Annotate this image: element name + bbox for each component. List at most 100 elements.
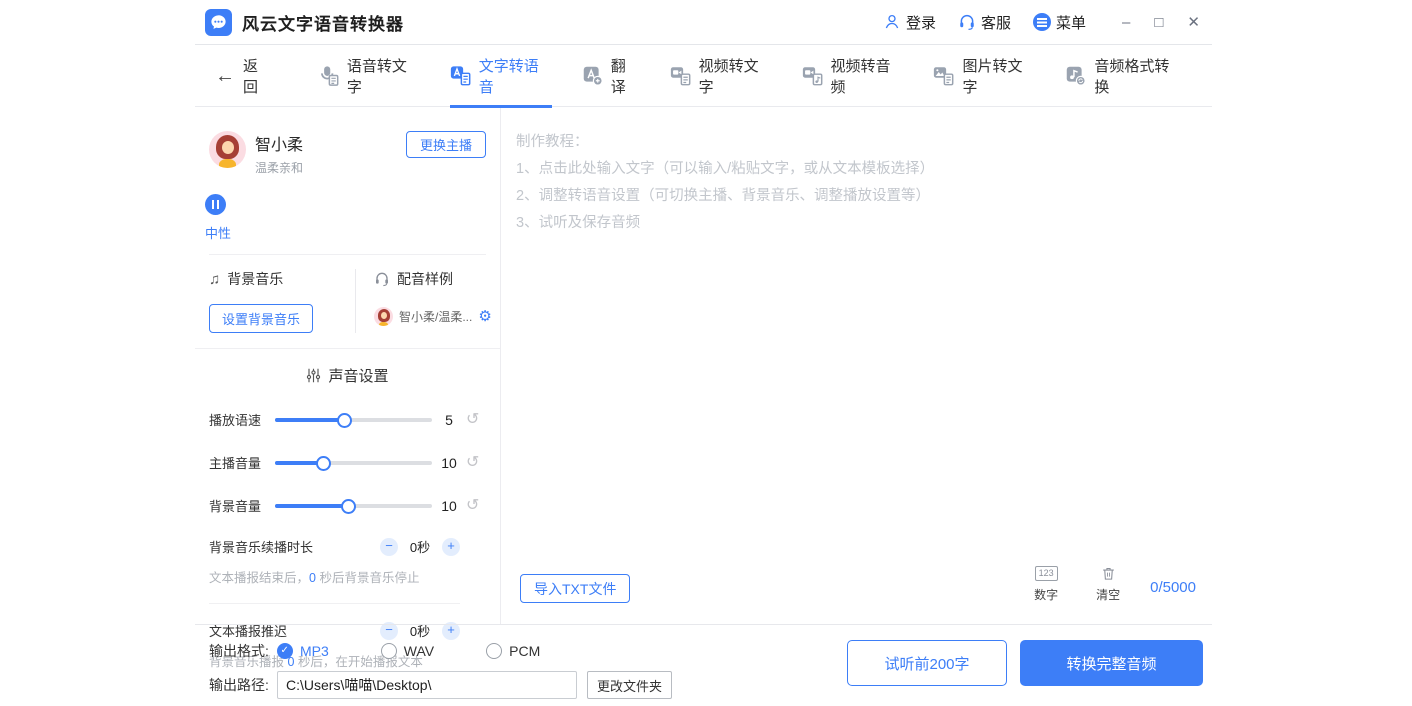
host-name: 智小柔 bbox=[255, 131, 303, 155]
back-label: 返回 bbox=[243, 55, 272, 97]
import-txt-button[interactable]: 导入TXT文件 bbox=[520, 574, 630, 603]
bgm-section: ♫ 背景音乐 设置背景音乐 配音样例 智小柔/温柔... bbox=[195, 255, 500, 333]
tab-label: 翻译 bbox=[611, 55, 640, 97]
tab-label: 视频转文字 bbox=[699, 55, 772, 97]
reset-icon[interactable]: ↻ bbox=[466, 455, 479, 471]
tab-bar: ← 返回 语音转文字 文字转语音 翻译 视频转文字 视频转音频 图片转文字 bbox=[195, 45, 1212, 107]
menu-icon bbox=[1033, 13, 1051, 31]
tab-video-to-audio[interactable]: 视频转音频 bbox=[802, 45, 904, 107]
preview-200-button[interactable]: 试听前200字 bbox=[847, 640, 1007, 686]
digits-123-icon: 123 bbox=[1035, 566, 1058, 581]
audio-convert-icon bbox=[1065, 65, 1086, 86]
bgm-volume-slider-row: 背景音量 10 ↻ bbox=[209, 496, 486, 515]
text-to-speech-icon bbox=[450, 65, 471, 86]
digits-tool-button[interactable]: 123 数字 bbox=[1034, 566, 1058, 603]
host-trait: 温柔亲和 bbox=[255, 159, 303, 176]
user-icon bbox=[883, 13, 901, 31]
plus-button[interactable]: + bbox=[442, 538, 460, 556]
speed-slider-row: 播放语速 5 ↻ bbox=[209, 410, 486, 429]
bgm-title: 背景音乐 bbox=[227, 269, 283, 289]
slider-value: 10 bbox=[432, 455, 466, 471]
stepper-value: 0秒 bbox=[398, 537, 442, 556]
back-button[interactable]: ← 返回 bbox=[215, 55, 272, 97]
menu-button[interactable]: 菜单 bbox=[1033, 12, 1086, 33]
sliders-icon bbox=[306, 368, 321, 383]
app-logo-icon bbox=[205, 9, 232, 36]
slider-label: 播放语速 bbox=[209, 410, 273, 429]
slider-label: 主播音量 bbox=[209, 453, 273, 472]
tab-label: 音频格式转换 bbox=[1094, 55, 1182, 97]
convert-full-audio-button[interactable]: 转换完整音频 bbox=[1020, 640, 1203, 686]
tab-speech-to-text[interactable]: 语音转文字 bbox=[318, 45, 420, 107]
set-bgm-button[interactable]: 设置背景音乐 bbox=[209, 304, 313, 333]
close-button[interactable]: ✕ bbox=[1187, 15, 1200, 30]
mic-doc-icon bbox=[318, 65, 339, 86]
tab-label: 语音转文字 bbox=[347, 55, 420, 97]
clear-tool-button[interactable]: 清空 bbox=[1096, 566, 1120, 603]
text-editor-area[interactable]: 制作教程： 1、点击此处输入文字（可以输入/粘贴文字，或从文本模板选择） 2、调… bbox=[501, 107, 1212, 624]
service-label: 客服 bbox=[981, 12, 1011, 33]
stepper-hint: 文本播报结束后，0 秒后背景音乐停止 bbox=[209, 567, 486, 586]
tab-label: 视频转音频 bbox=[831, 55, 904, 97]
tab-label: 文字转语音 bbox=[479, 55, 552, 97]
login-label: 登录 bbox=[906, 12, 936, 33]
trash-icon bbox=[1101, 566, 1116, 581]
minus-button[interactable]: − bbox=[380, 538, 398, 556]
title-bar: 风云文字语音转换器 登录 客服 菜单 – □ ✕ bbox=[195, 0, 1212, 45]
translate-icon bbox=[582, 65, 603, 86]
sound-settings-section: 声音设置 播放语速 5 ↻ 主播音量 10 ↻ 背景音量 10 bbox=[195, 349, 500, 515]
format-radio-mp3[interactable]: MP3 bbox=[277, 643, 329, 659]
tab-video-to-text[interactable]: 视频转文字 bbox=[670, 45, 772, 107]
headset-icon bbox=[958, 13, 976, 31]
sample-headset-icon bbox=[374, 271, 390, 287]
host-volume-slider[interactable] bbox=[275, 461, 432, 465]
bgm-volume-slider[interactable] bbox=[275, 504, 432, 508]
image-doc-icon bbox=[933, 65, 954, 86]
format-radio-pcm[interactable]: PCM bbox=[486, 643, 540, 659]
menu-label: 菜单 bbox=[1056, 12, 1086, 33]
format-radio-wav[interactable]: WAV bbox=[381, 643, 434, 659]
editor-toolbar: 导入TXT文件 123 数字 清空 0/5000 bbox=[501, 566, 1212, 624]
stepper-label: 背景音乐续播时长 bbox=[209, 537, 380, 556]
editor-placeholder: 制作教程： 1、点击此处输入文字（可以输入/粘贴文字，或从文本模板选择） 2、调… bbox=[501, 107, 1212, 566]
change-folder-button[interactable]: 更改文件夹 bbox=[587, 671, 672, 699]
host-card: 智小柔 温柔亲和 更换主播 中性 bbox=[195, 107, 500, 255]
video-doc-icon bbox=[670, 65, 691, 86]
tab-label: 图片转文字 bbox=[962, 55, 1035, 97]
speed-slider[interactable] bbox=[275, 418, 432, 422]
radio-icon bbox=[381, 643, 397, 659]
char-counter: 0/5000 bbox=[1150, 579, 1196, 596]
minimize-button[interactable]: – bbox=[1122, 15, 1130, 30]
pause-preview-button[interactable] bbox=[205, 194, 226, 215]
login-button[interactable]: 登录 bbox=[883, 12, 936, 33]
back-arrow-icon: ← bbox=[215, 66, 235, 86]
sample-avatar bbox=[374, 307, 393, 326]
change-host-button[interactable]: 更换主播 bbox=[406, 131, 486, 158]
output-bar: 输出格式: MP3 WAV PCM 输出路径: 更改文件夹 试听前200字 转换… bbox=[195, 624, 1212, 705]
divider bbox=[209, 603, 460, 604]
radio-checked-icon bbox=[277, 643, 293, 659]
reset-icon[interactable]: ↻ bbox=[466, 498, 479, 514]
output-path-input[interactable] bbox=[277, 671, 577, 699]
sample-title: 配音样例 bbox=[397, 269, 453, 289]
voice-settings-panel: 智小柔 温柔亲和 更换主播 中性 ♫ 背景音乐 设置背景音乐 bbox=[195, 107, 501, 624]
slider-value: 5 bbox=[432, 412, 466, 428]
reset-icon[interactable]: ↻ bbox=[466, 412, 479, 428]
tab-text-to-speech[interactable]: 文字转语音 bbox=[450, 45, 552, 107]
host-avatar bbox=[209, 131, 246, 168]
path-label: 输出路径: bbox=[209, 675, 277, 695]
format-label: 输出格式: bbox=[209, 641, 277, 661]
app-title: 风云文字语音转换器 bbox=[242, 10, 404, 35]
radio-icon bbox=[486, 643, 502, 659]
sound-settings-title: 声音设置 bbox=[328, 365, 388, 386]
video-audio-icon bbox=[802, 65, 823, 86]
customer-service-button[interactable]: 客服 bbox=[958, 12, 1011, 33]
slider-value: 10 bbox=[432, 498, 466, 514]
maximize-button[interactable]: □ bbox=[1154, 15, 1163, 30]
tab-audio-format-convert[interactable]: 音频格式转换 bbox=[1065, 45, 1182, 107]
tab-image-to-text[interactable]: 图片转文字 bbox=[933, 45, 1035, 107]
tab-translate[interactable]: 翻译 bbox=[582, 45, 640, 107]
host-volume-slider-row: 主播音量 10 ↻ bbox=[209, 453, 486, 472]
sample-settings-gear-icon[interactable]: ⚙ bbox=[478, 309, 491, 324]
slider-label: 背景音量 bbox=[209, 496, 273, 515]
